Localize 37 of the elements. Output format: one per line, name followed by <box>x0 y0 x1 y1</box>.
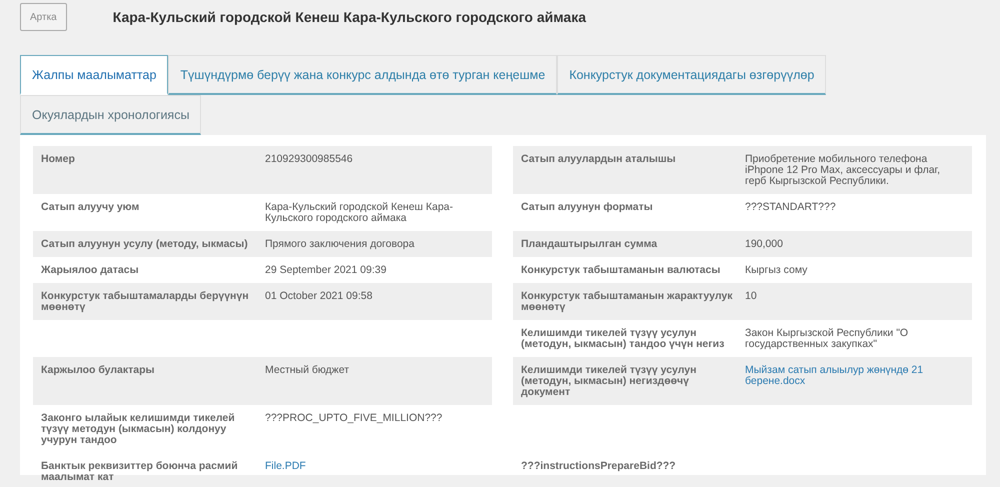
tab[interactable]: Жалпы маалыматтар <box>20 55 168 95</box>
field-value: 01 October 2021 09:58 <box>265 290 372 302</box>
field-label: Пландаштырылган сумма <box>521 238 658 250</box>
field-value: Закон Кыргызской Республики "О государственных закупках" <box>745 327 908 350</box>
field-label: Келишимди тикелей түзүү усулун (методун, ыкмасын) негиздөөчү документ <box>521 364 696 398</box>
field-label: Банктык реквизиттер боюнча расмий маалымат кат <box>41 460 238 483</box>
field-value: 190,000 <box>745 238 783 250</box>
field-value: 29 September 2021 09:39 <box>265 264 386 276</box>
field-value: Приобретение мобильного телефона iPhpone 12 Pro Max, аксессуары и флаг, герб Кыргызской Республики. <box>745 153 940 187</box>
field-label: Сатып алуулардын аталышы <box>521 153 676 165</box>
tab[interactable]: Түшүндүрмө берүү жана конкурс алдында өтө турган кеңешме <box>168 55 558 95</box>
tab[interactable]: Окуялардын хронологиясы <box>20 95 202 135</box>
field-label: Сатып алуучу уюм <box>41 201 140 213</box>
field-value: Местный бюджет <box>265 364 349 376</box>
field-value: ???PROC_UPTO_FIVE_MILLION??? <box>265 412 442 424</box>
tab[interactable]: Конкурстук документациядагы өзгөрүүлөр <box>557 55 826 95</box>
field-label: Конкурстук табыштаманын жарактуулук мөөнөтү <box>521 290 732 313</box>
back-button[interactable]: Артка <box>20 3 67 31</box>
field-label: Конкурстук табыштамаларды берүүнүн мөөнөтү <box>41 290 249 313</box>
page-title: Кара-Кульский городской Кенеш Кара-Кульского городского аймака <box>112 9 586 25</box>
file-link[interactable]: Мыйзам сатып алыылур жөнүндө 21 берене.docx <box>745 365 964 387</box>
field-value: ???STANDART??? <box>745 201 836 213</box>
file-link[interactable]: File.PDF <box>265 461 306 472</box>
field-label: Сатып алуунун форматы <box>521 201 653 213</box>
field-label: Сатып алуунун усулу (методу, ыкмасы) <box>41 238 248 250</box>
field-value: 10 <box>745 290 757 302</box>
field-value: Кара-Кульский городской Кенеш Кара-Кульского городского аймака <box>265 201 454 224</box>
field-value: Прямого заключения договора <box>265 238 414 250</box>
field-label: Законго ылайык келишимди тикелей түзүү методун (ыкмасын) колдонуу учурун тандоо <box>41 412 235 446</box>
field-label: Конкурстук табыштаманын валютасы <box>521 264 720 276</box>
field-label: Келишимди тикелей түзүү усулун (методун, ыкмасын) тандоо үчүн негиз <box>521 327 724 350</box>
field-label: ???instructionsPrepareBid??? <box>521 460 676 472</box>
field-value: 210929300985546 <box>265 153 353 165</box>
field-label: Каржылоо булактары <box>41 364 155 376</box>
field-label: Номер <box>41 153 75 165</box>
field-value: Кыргыз сому <box>745 264 808 276</box>
field-label: Жарыялоо датасы <box>41 264 139 276</box>
